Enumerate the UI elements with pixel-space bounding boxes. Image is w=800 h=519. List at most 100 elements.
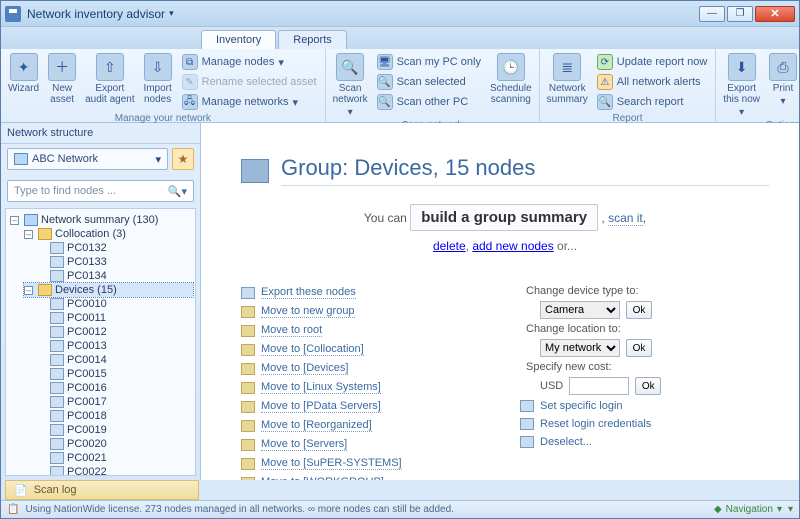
scan-sel-icon: 🔍 — [377, 74, 393, 90]
intro-text: You can — [364, 211, 407, 225]
pc-icon — [50, 312, 64, 324]
ribbon: ✦Wizard ＋New asset ⇧Export audit agent ⇩… — [1, 49, 799, 123]
action-link[interactable]: Move to new group — [261, 305, 355, 318]
tree-root[interactable]: –Network summary (130) — [10, 213, 193, 227]
tree-node[interactable]: PC0019 — [38, 423, 193, 437]
export-icon: ⇧ — [96, 53, 124, 81]
tree-node[interactable]: PC0018 — [38, 409, 193, 423]
pc-icon — [50, 424, 64, 436]
scan-selected-button[interactable]: 🔍Scan selected — [375, 73, 483, 91]
import-nodes-button[interactable]: ⇩Import nodes — [140, 51, 176, 107]
network-summary-button[interactable]: ≣Network summary — [544, 51, 591, 107]
cost-input[interactable] — [569, 377, 629, 395]
network-select[interactable]: ABC Network▾ — [7, 148, 168, 170]
close-button[interactable]: ✕ — [755, 6, 795, 22]
action-link[interactable]: Move to [Devices] — [261, 362, 348, 375]
folder-arrow-icon — [241, 363, 255, 375]
delete-link[interactable]: delete — [433, 239, 466, 253]
scan-other-icon: 🔍 — [377, 94, 393, 110]
action-link[interactable]: Move to [Linux Systems] — [261, 381, 381, 394]
update-report-button[interactable]: ⟳Update report now — [595, 53, 710, 71]
tree-node[interactable]: PC0012 — [38, 325, 193, 339]
action-link[interactable]: Move to root — [261, 324, 322, 337]
tree-node[interactable]: PC0011 — [38, 311, 193, 325]
pc-icon — [50, 396, 64, 408]
device-type-select[interactable]: Camera — [540, 301, 620, 319]
tree-node[interactable]: PC0010 — [38, 297, 193, 311]
search-report-button[interactable]: 🔍Search report — [595, 93, 710, 111]
manage-networks-button[interactable]: 🖧Manage networks ▾ — [180, 93, 319, 111]
wizard-button[interactable]: ✦Wizard — [5, 51, 42, 96]
export-now-button[interactable]: ⬇Export this now▾ — [720, 51, 763, 120]
tree-node[interactable]: PC0015 — [38, 367, 193, 381]
navigation-button[interactable]: ◆ Navigation ▾ — [714, 504, 782, 515]
pc-icon — [50, 466, 64, 476]
scan-it-link[interactable]: scan it — [608, 211, 643, 226]
tree-node[interactable]: PC0022 — [38, 465, 193, 476]
folder-arrow-icon — [241, 287, 255, 299]
device-type-ok[interactable]: Ok — [626, 301, 652, 319]
tab-inventory[interactable]: Inventory — [201, 30, 276, 49]
folder-arrow-icon — [241, 439, 255, 451]
scan-network-button[interactable]: 🔍Scan network▾ — [330, 51, 371, 120]
refresh-icon: ⟳ — [597, 54, 613, 70]
cost-ok[interactable]: Ok — [635, 377, 661, 395]
new-asset-button[interactable]: ＋New asset — [44, 51, 80, 107]
action-link[interactable]: Move to [WORKGROUP] — [261, 476, 384, 480]
action-link[interactable]: Move to [Reorganized] — [261, 419, 372, 432]
chevron-down-icon[interactable]: ▾ — [788, 504, 793, 515]
summary-icon: ≣ — [553, 53, 581, 81]
tree-node[interactable]: PC0021 — [38, 451, 193, 465]
tree-node[interactable]: PC0016 — [38, 381, 193, 395]
reset-login-link[interactable]: Reset login credentials — [540, 418, 651, 430]
action-link[interactable]: Export these nodes — [261, 286, 356, 299]
pc-icon — [50, 410, 64, 422]
search-icon: 🔍▾ — [168, 185, 187, 198]
deselect-link[interactable]: Deselect... — [540, 436, 592, 448]
change-device-label: Change device type to: — [526, 285, 639, 297]
action-link[interactable]: Move to [PData Servers] — [261, 400, 381, 413]
tree-node[interactable]: PC0134 — [38, 269, 193, 283]
print-button[interactable]: ⎙Print▾ — [765, 51, 800, 109]
tab-reports[interactable]: Reports — [278, 30, 347, 49]
location-ok[interactable]: Ok — [626, 339, 652, 357]
scan-my-pc-button[interactable]: 🖥Scan my PC only — [375, 53, 483, 71]
pc-icon — [50, 242, 64, 254]
pc-icon — [50, 340, 64, 352]
add-nodes-link[interactable]: add new nodes — [472, 239, 553, 253]
scan-log-button[interactable]: 📄 Scan log — [5, 480, 199, 500]
action-link[interactable]: Move to [Servers] — [261, 438, 347, 451]
tree-node[interactable]: PC0013 — [38, 339, 193, 353]
tree-node[interactable]: PC0133 — [38, 255, 193, 269]
title-dropdown-icon[interactable]: ▾ — [169, 8, 174, 19]
cost-label: Specify new cost: — [526, 361, 612, 373]
location-select[interactable]: My network — [540, 339, 620, 357]
tree[interactable]: –Network summary (130) –Collocation (3) … — [5, 208, 196, 476]
tree-node[interactable]: PC0017 — [38, 395, 193, 409]
pc-icon — [50, 256, 64, 268]
tree-devices[interactable]: –Devices (15) — [24, 283, 193, 297]
tree-node[interactable]: PC0020 — [38, 437, 193, 451]
title-bar: Network inventory advisor ▾ — ❐ ✕ — [1, 1, 799, 27]
build-summary-button[interactable]: build a group summary — [410, 204, 598, 231]
tree-node[interactable]: PC0014 — [38, 353, 193, 367]
all-alerts-button[interactable]: ⚠All network alerts — [595, 73, 710, 91]
tree-collocation[interactable]: –Collocation (3) — [24, 227, 193, 241]
pc-icon — [50, 452, 64, 464]
maximize-button[interactable]: ❐ — [727, 6, 753, 22]
folder-arrow-icon — [241, 344, 255, 356]
action-link[interactable]: Move to [Collocation] — [261, 343, 364, 356]
minimize-button[interactable]: — — [699, 6, 725, 22]
new-network-button[interactable]: ★ — [172, 148, 194, 170]
manage-nodes-button[interactable]: ⧉Manage nodes ▾ — [180, 53, 319, 71]
action-link[interactable]: Move to [SuPER-SYSTEMS] — [261, 457, 402, 470]
scan-other-button[interactable]: 🔍Scan other PC — [375, 93, 483, 111]
set-login-link[interactable]: Set specific login — [540, 400, 623, 412]
folder-arrow-icon — [241, 325, 255, 337]
export-audit-button[interactable]: ⇧Export audit agent — [82, 51, 138, 107]
schedule-scan-button[interactable]: 🕒Schedule scanning — [487, 51, 535, 107]
app-title: Network inventory advisor — [27, 7, 165, 21]
tree-node[interactable]: PC0132 — [38, 241, 193, 255]
search-input[interactable]: Type to find nodes ... 🔍▾ — [7, 180, 194, 202]
change-location-label: Change location to: — [526, 323, 621, 335]
